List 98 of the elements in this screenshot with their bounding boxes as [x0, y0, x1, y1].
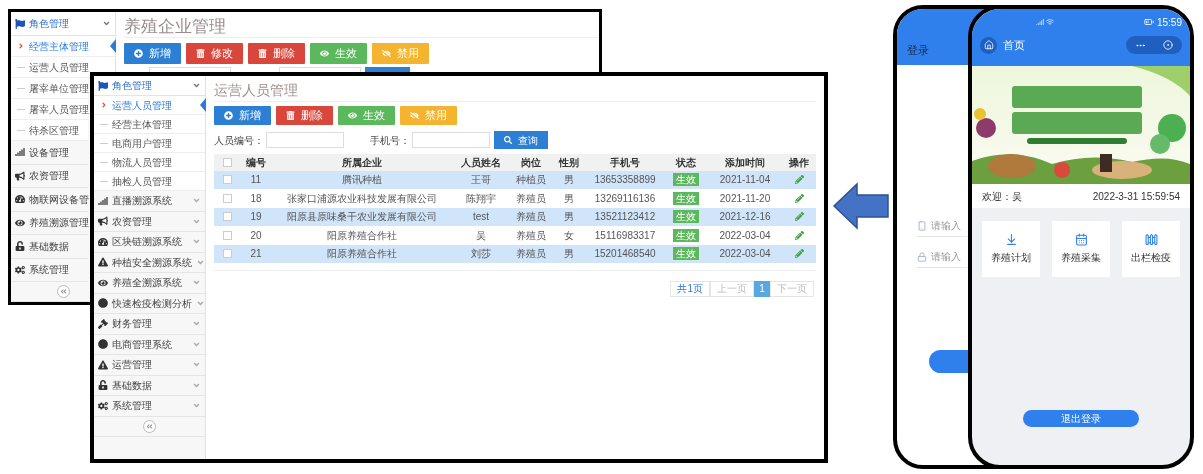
column-header: 性别	[557, 156, 580, 170]
table-cell-text: 种植员	[515, 173, 547, 188]
screen-title: 首页	[1003, 37, 1025, 53]
menu-item[interactable]: 财务管理	[94, 314, 205, 335]
submenu-item[interactable]: 电商用户管理	[94, 134, 205, 153]
table-cell-text: 13521123412	[593, 210, 657, 225]
table-cell-text: 女	[563, 228, 575, 243]
menu-item[interactable]: 角色管理	[94, 76, 205, 96]
menu-item[interactable]: 运营管理	[94, 355, 205, 376]
table-cell-text: 吴	[475, 228, 487, 243]
table-cell-text: 养殖员	[515, 228, 547, 243]
filter-label: 人员编号：	[214, 133, 264, 148]
menu-item[interactable]: 农资管理	[94, 211, 205, 232]
submenu-item[interactable]: 屠宰单位管理	[11, 78, 88, 99]
column-header: 岗位	[520, 156, 542, 170]
filter-label: 手机号：	[370, 133, 410, 148]
menu-item[interactable]: 角色管理	[11, 12, 115, 36]
table-cell-text: 11	[249, 173, 263, 188]
edit-button[interactable]: 修改	[186, 43, 243, 64]
table-cell-text: 养殖员	[515, 191, 547, 206]
table-cell-text: 阳原养殖合作社	[326, 228, 398, 243]
submenu-item[interactable]: 待杀区管理	[11, 120, 88, 141]
table-cell-text: 18	[249, 191, 263, 206]
submenu-item[interactable]: 抽检人员管理	[94, 172, 205, 191]
delete-button[interactable]: 删除	[248, 43, 305, 64]
welcome-text: 欢迎：吴	[982, 189, 1022, 204]
table-cell-text: 男	[563, 210, 575, 225]
search-button[interactable]: 查询	[494, 131, 548, 149]
table-cell-text: 13269116136	[593, 191, 657, 206]
table-cell-text: 2022-03-04	[718, 228, 772, 243]
table-cell-text: 王哥	[470, 173, 492, 188]
menu-item[interactable]: 系统管理	[11, 258, 88, 282]
column-header: 人员姓名	[460, 156, 502, 170]
menu-item[interactable]: 设备管理	[11, 141, 88, 165]
table-cell-text: 男	[563, 173, 575, 188]
add-button[interactable]: 新增	[124, 43, 181, 64]
logout-button[interactable]: 退出登录	[1023, 410, 1139, 427]
menu-item[interactable]: 养殖全溯源系统	[94, 273, 205, 294]
column-header: 状态	[674, 156, 697, 170]
table-cell-text: 15116983317	[593, 228, 657, 243]
table-cell-text: 15201468540	[593, 247, 657, 262]
submenu-item[interactable]: 经营主体管理	[94, 115, 205, 134]
status-badge: 生效	[673, 173, 699, 187]
table-cell-text: 2021-11-04	[718, 173, 772, 188]
table-cell-text: 陈翔宇	[465, 191, 497, 206]
column-header: 添加时间	[724, 156, 766, 170]
column-header: 所属企业	[341, 156, 383, 170]
menu-item[interactable]: 直播溯源系统	[94, 191, 205, 212]
status-badge: 生效	[673, 228, 699, 242]
page-title: 养殖企业管理	[124, 14, 599, 38]
table-cell-text: 2021-12-16	[718, 210, 772, 225]
submenu-item[interactable]: 屠宰人员管理	[11, 99, 88, 120]
menu-tile[interactable]: 出栏检疫	[1122, 221, 1180, 277]
add-button[interactable]: 新增	[214, 106, 271, 125]
table-cell-text: 2022-03-04	[718, 247, 772, 262]
table-cell-text: 阳原县原味桑干农业发展有限公司	[286, 210, 438, 225]
page-count: 共1页	[670, 280, 710, 297]
column-header: 操作	[788, 156, 810, 170]
table-cell-text: 阳原养殖合作社	[326, 247, 398, 262]
menu-item[interactable]: 基础数据	[94, 375, 205, 396]
menu-item[interactable]: 养殖溯源管理	[11, 211, 88, 235]
page-title: 运营人员管理	[214, 80, 816, 102]
status-time: 15:59	[1156, 15, 1182, 30]
menu-item[interactable]: 系统管理	[94, 396, 205, 417]
menu-item[interactable]: 物联网设备管	[11, 188, 88, 212]
table-cell-text: 养殖员	[515, 210, 547, 225]
submenu-item[interactable]: 运营人员管理	[94, 96, 205, 115]
table-cell-text: 21	[249, 247, 263, 262]
status-badge: 生效	[673, 191, 699, 205]
column-header: 手机号	[609, 156, 641, 170]
menu-item[interactable]: 基础数据	[11, 235, 88, 259]
table-cell-text: 13653358899	[593, 173, 657, 188]
menu-tile[interactable]: 养殖采集	[1052, 221, 1110, 277]
screen-title: 登录	[907, 42, 929, 58]
table-cell-text: 刘莎	[470, 247, 492, 262]
table-cell-text: 腾讯种植	[341, 173, 383, 188]
table-cell-text: 20	[249, 228, 263, 243]
status-badge: 生效	[673, 247, 699, 261]
delete-button[interactable]: 删除	[276, 106, 333, 125]
table-cell-text: 男	[563, 191, 575, 206]
status-badge: 生效	[673, 210, 699, 224]
table-cell-text: 19	[249, 210, 263, 225]
table-cell-text: 男	[563, 247, 575, 262]
menu-item[interactable]: 农资管理	[11, 164, 88, 188]
menu-item[interactable]: 种植安全溯源系统	[94, 252, 205, 273]
menu-item[interactable]: 快速检疫检测分析	[94, 293, 205, 314]
submenu-item[interactable]: 经营主体管理	[11, 36, 115, 57]
table-cell-text: 养殖员	[515, 247, 547, 262]
menu-item[interactable]: 区块链溯源系统	[94, 232, 205, 253]
date-time: 2022-3-31 15:59:54	[1092, 189, 1180, 204]
menu-tile[interactable]: 养殖计划	[982, 221, 1040, 277]
column-header: 编号	[245, 156, 267, 170]
menu-item[interactable]: 电商管理系统	[94, 334, 205, 355]
submenu-item[interactable]: 物流人员管理	[94, 153, 205, 172]
table-cell-text: test	[471, 210, 491, 225]
table-cell-text: 2021-11-20	[718, 191, 772, 206]
submenu-item[interactable]: 运营人员管理	[11, 57, 115, 78]
table-cell-text: 张家口浦源农业科技发展有限公司	[286, 191, 438, 206]
